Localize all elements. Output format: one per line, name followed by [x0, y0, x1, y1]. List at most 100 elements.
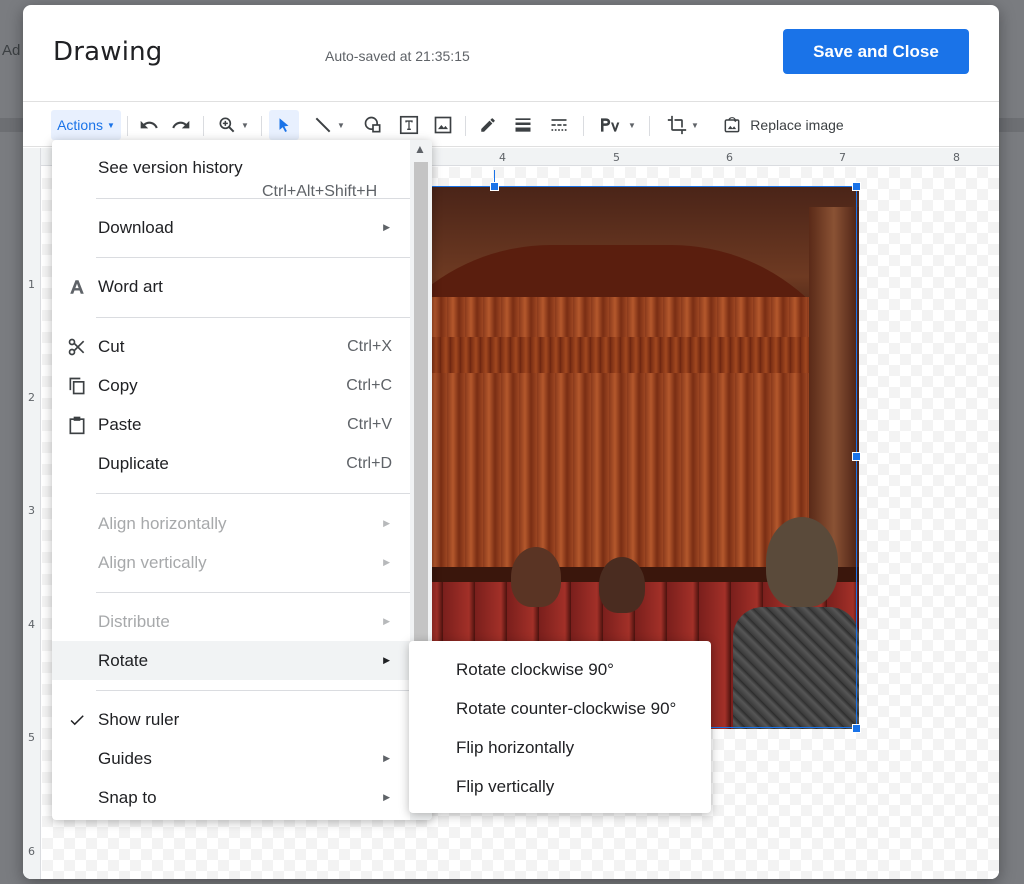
menu-item-guides[interactable]: Guides ▶	[52, 739, 410, 778]
undo-icon	[140, 120, 158, 129]
line-weight-button[interactable]	[509, 110, 537, 140]
checkmark-icon	[66, 709, 88, 731]
actions-label: Actions	[57, 117, 103, 133]
line-weight-icon	[515, 118, 531, 132]
pen-icon	[481, 118, 495, 132]
replace-image-label: Replace image	[750, 117, 844, 133]
line-tool-button[interactable]: ▼	[305, 110, 353, 140]
menu-item-cut[interactable]: Cut Ctrl+X	[52, 327, 410, 366]
submenu-item-label: Rotate counter-clockwise 90°	[456, 698, 677, 718]
submenu-item-flip-vertically[interactable]: Flip vertically	[409, 767, 711, 806]
ruler-mark: 3	[28, 504, 35, 517]
submenu-item-rotate-counter-clockwise[interactable]: Rotate counter-clockwise 90°	[409, 689, 711, 728]
menu-item-label: Guides	[98, 748, 152, 768]
submenu-arrow-icon: ▶	[383, 792, 390, 802]
menu-item-rotate[interactable]: Rotate ▶	[52, 641, 410, 680]
save-and-close-button[interactable]: Save and Close	[783, 29, 969, 74]
menu-item-duplicate[interactable]: Duplicate Ctrl+D	[52, 444, 410, 483]
toolbar-divider	[583, 116, 584, 136]
submenu-arrow-icon: ▶	[383, 222, 390, 232]
ruler-mark: 6	[28, 845, 35, 858]
submenu-item-label: Flip vertically	[456, 776, 555, 796]
menu-divider	[96, 690, 410, 691]
replace-image-button[interactable]: Replace image	[715, 110, 851, 140]
toolbar-divider	[649, 116, 650, 136]
font-icon	[601, 118, 620, 132]
menu-item-distribute: Distribute ▶	[52, 602, 410, 641]
font-button[interactable]: ▼	[593, 110, 641, 140]
resize-handle-top[interactable]	[490, 182, 499, 191]
select-tool-button[interactable]	[269, 110, 299, 140]
background-doc-text: Ad	[2, 42, 21, 59]
image-icon	[434, 116, 452, 134]
actions-menu-button[interactable]: Actions ▼	[51, 110, 121, 140]
ruler-mark: 1	[28, 278, 35, 291]
pen-button[interactable]	[475, 110, 501, 140]
ruler-mark: 5	[28, 731, 35, 744]
menu-item-label: Download	[98, 217, 174, 237]
ruler-mark: 6	[726, 151, 733, 164]
menu-item-show-ruler[interactable]: Show ruler	[52, 700, 410, 739]
undo-button[interactable]	[135, 110, 163, 140]
resize-handle-top-right[interactable]	[852, 182, 861, 191]
submenu-arrow-icon: ▶	[383, 557, 390, 567]
menu-divider	[96, 257, 410, 258]
ruler-mark: 4	[499, 151, 506, 164]
menu-item-align-vertically: Align vertically ▶	[52, 543, 410, 582]
word-art-icon	[66, 276, 88, 298]
menu-divider	[96, 592, 410, 593]
menu-item-label: Paste	[98, 414, 142, 434]
line-dash-button[interactable]	[545, 110, 573, 140]
menu-item-download[interactable]: Download ▶	[52, 208, 410, 247]
toolbar-divider	[127, 116, 128, 136]
menu-item-copy[interactable]: Copy Ctrl+C	[52, 366, 410, 405]
scrollbar-thumb[interactable]	[414, 162, 428, 642]
submenu-item-flip-horizontally[interactable]: Flip horizontally	[409, 728, 711, 767]
chevron-up-icon[interactable]: ▲	[414, 142, 426, 156]
resize-handle-bottom-right[interactable]	[852, 724, 861, 733]
menu-item-label: Align vertically	[98, 552, 207, 572]
ruler-mark: 4	[28, 618, 35, 631]
ruler-mark: 7	[839, 151, 846, 164]
redo-button[interactable]	[167, 110, 195, 140]
menu-item-see-version-history[interactable]: See version history	[52, 148, 410, 187]
menu-item-shortcut: Ctrl+D	[346, 454, 392, 472]
menu-item-label: Word art	[98, 276, 163, 296]
zoom-icon	[219, 117, 235, 133]
menu-item-word-art[interactable]: Word art	[52, 267, 410, 306]
submenu-arrow-icon: ▶	[383, 518, 390, 528]
chevron-down-icon: ▼	[107, 120, 115, 130]
zoom-button[interactable]: ▼	[211, 110, 255, 140]
copy-icon	[66, 375, 88, 397]
menu-item-shortcut: Ctrl+V	[347, 415, 392, 433]
shape-tool-button[interactable]	[359, 110, 387, 140]
line-icon	[315, 117, 331, 133]
chevron-down-icon: ▼	[628, 120, 636, 130]
menu-item-shortcut: Ctrl+C	[346, 376, 392, 394]
resize-handle-right[interactable]	[852, 452, 861, 461]
submenu-item-rotate-clockwise[interactable]: Rotate clockwise 90°	[409, 650, 711, 689]
scissors-icon	[66, 336, 88, 358]
menu-item-label: Distribute	[98, 611, 170, 631]
menu-item-shortcut: Ctrl+X	[347, 337, 392, 355]
clipboard-icon	[66, 414, 88, 436]
menu-item-snap-to[interactable]: Snap to ▶	[52, 778, 410, 817]
textbox-tool-button[interactable]	[395, 110, 423, 140]
ruler-mark: 8	[953, 151, 960, 164]
rotate-submenu: Rotate clockwise 90° Rotate counter-cloc…	[409, 641, 711, 813]
menu-item-label: Snap to	[98, 787, 157, 807]
menu-divider	[96, 493, 410, 494]
menu-item-label: Align horizontally	[98, 513, 227, 533]
select-icon	[279, 118, 289, 133]
crop-button[interactable]: ▼	[659, 110, 707, 140]
submenu-item-label: Rotate clockwise 90°	[456, 659, 614, 679]
toolbar-divider	[261, 116, 262, 136]
textbox-icon	[399, 115, 419, 135]
ruler-mark: 5	[613, 151, 620, 164]
menu-item-paste[interactable]: Paste Ctrl+V	[52, 405, 410, 444]
insert-image-button[interactable]	[429, 110, 457, 140]
autosave-status: Auto-saved at 21:35:15	[325, 48, 470, 64]
toolbar-divider	[465, 116, 466, 136]
menu-item-label: Rotate	[98, 650, 149, 670]
replace-image-icon	[724, 117, 740, 133]
